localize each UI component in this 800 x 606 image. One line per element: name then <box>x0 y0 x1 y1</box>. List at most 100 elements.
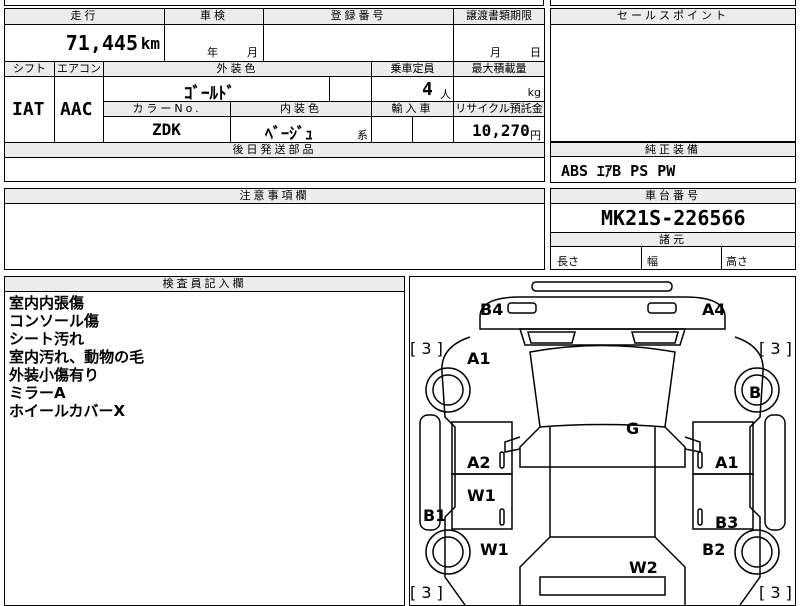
chassis-box: 車台番号 MK21S-226566 諸元 長さ 幅 高さ <box>550 188 796 270</box>
sales-point-box: セールスポイント <box>550 8 796 142</box>
ext-color-extra-cell <box>330 77 372 102</box>
import-cell-left <box>372 117 413 143</box>
transfer-deadline-cell: 月 日 <box>454 25 544 62</box>
dims-divider-1 <box>641 247 642 269</box>
int-color-cell: ﾍﾞｰｼﾞｭ 系 <box>231 117 372 143</box>
loadcap-unit: kg <box>527 86 541 99</box>
rear-glass-inner <box>527 331 679 344</box>
cabin-outline <box>529 344 676 428</box>
shift-cell: IAT <box>5 77 55 143</box>
registration-header: 登録番号 <box>264 9 454 25</box>
length-label: 長さ <box>557 255 579 268</box>
inspection-year-unit: 年 <box>207 46 218 59</box>
mark-b2: B2 <box>702 540 726 559</box>
shift-header: シフト <box>5 62 55 77</box>
note-line: ホイールカバーX <box>9 402 126 420</box>
mark-b-right: B <box>749 383 762 402</box>
loadcap-header: 最大積載量 <box>454 62 544 77</box>
note-line: 外装小傷有り <box>9 366 100 384</box>
mark-b1: B1 <box>423 506 447 525</box>
tire-front-right-inner <box>741 536 773 568</box>
equipment-header: 純正装備 <box>551 142 795 157</box>
mileage-header: 走行 <box>5 9 165 25</box>
capacity-cell: 4 人 <box>372 77 454 102</box>
mark-w1-mid: W1 <box>467 486 496 505</box>
int-color-value: ﾍﾞｰｼﾞｭ <box>265 124 314 143</box>
rear-lamp-right <box>647 302 677 314</box>
top-cutoff-row-right <box>550 0 796 6</box>
note-line: シート汚れ <box>9 330 85 348</box>
top-cutoff-row <box>4 0 544 6</box>
int-color-suffix: 系 <box>357 129 368 142</box>
dims-divider-2 <box>721 247 722 269</box>
inspection-header: 車検 <box>165 9 264 25</box>
note-line: 室内汚れ、動物の毛 <box>9 348 145 366</box>
int-color-header: 内装色 <box>231 102 372 117</box>
mark-a1-right: A1 <box>715 453 739 472</box>
mark-a2: A2 <box>467 453 491 472</box>
inspection-month-unit: 月 <box>247 46 258 59</box>
caution-header: 注意事項欄 <box>5 189 544 204</box>
rocker-right <box>764 414 786 531</box>
car-diagram <box>419 281 786 605</box>
width-label: 幅 <box>647 255 658 268</box>
inspector-notes-list: 室内内張傷 コンソール傷 シート汚れ 室内汚れ、動物の毛 外装小傷有り ミラーA… <box>9 294 144 420</box>
tire-depth-front-right: [ 3 ] <box>759 583 792 602</box>
equipment-box: 純正装備 ABS ｴｱB PS PW <box>550 142 796 183</box>
mark-b4: B4 <box>480 300 504 319</box>
ext-color-cell: ｺﾞｰﾙﾄﾞ <box>104 77 330 104</box>
capacity-value: 4 <box>422 79 433 100</box>
inspector-notes-box: 検査員記入欄 室内内張傷 コンソール傷 シート汚れ 室内汚れ、動物の毛 外装小傷… <box>4 276 405 606</box>
vehicle-info-table: 走行 車検 登録番号 譲渡書類期限 71,445 km 年 月 月 日 シフト … <box>4 8 545 182</box>
damage-diagram-box: [ 3 ] [ 3 ] [ 3 ] [ 3 ] B4 A4 A1 B G A2 … <box>409 276 796 606</box>
capacity-header: 乗車定員 <box>372 62 454 77</box>
chassis-header: 車台番号 <box>551 189 795 204</box>
ext-color-header: 外装色 <box>104 62 372 77</box>
recycle-value: 10,270 <box>472 121 530 140</box>
note-line: コンソール傷 <box>9 312 100 330</box>
transfer-deadline-header: 譲渡書類期限 <box>454 9 544 25</box>
door-handle <box>499 508 505 526</box>
ext-color-value: ｺﾞｰﾙﾄﾞ <box>184 84 235 104</box>
ac-value: AAC <box>60 99 93 120</box>
chassis-number: MK21S-226566 <box>601 206 746 230</box>
windshield <box>519 426 686 468</box>
ac-header: エアコン <box>55 62 104 77</box>
sales-point-header: セールスポイント <box>551 9 795 25</box>
mark-w2: W2 <box>629 558 658 577</box>
height-label: 高さ <box>726 255 748 268</box>
mileage-cell: 71,445 km <box>5 25 165 62</box>
caution-box: 注意事項欄 <box>4 188 545 270</box>
registration-cell <box>264 25 454 62</box>
door-handle <box>697 451 703 469</box>
note-line: 室内内張傷 <box>9 294 85 312</box>
mark-w1-low: W1 <box>480 540 509 559</box>
inspector-header: 検査員記入欄 <box>5 277 404 292</box>
note-line: ミラーA <box>9 384 66 402</box>
mileage-value: 71,445 <box>65 31 138 55</box>
later-parts-header: 後日発送部品 <box>5 143 544 158</box>
equipment-value: ABS ｴｱB PS PW <box>561 162 676 180</box>
import-header: 輸入車 <box>372 102 454 117</box>
roof-bar <box>531 281 673 292</box>
rear-lamp-left <box>507 302 537 314</box>
color-no-header: カラーNo. <box>104 102 231 117</box>
loadcap-cell: kg <box>454 77 544 102</box>
recycle-unit: 円 <box>530 129 541 142</box>
mark-a1-top: A1 <box>467 349 491 368</box>
mark-b3: B3 <box>715 513 739 532</box>
mark-a4: A4 <box>702 300 726 319</box>
transfer-month-unit: 月 <box>490 46 501 59</box>
recycle-cell: 10,270 円 <box>454 117 544 143</box>
tire-front-left-inner <box>432 536 464 568</box>
dims-header: 諸元 <box>551 232 795 247</box>
tire-depth-rear-left: [ 3 ] <box>410 339 443 358</box>
shift-value: IAT <box>12 99 45 120</box>
tire-depth-front-left: [ 3 ] <box>410 583 443 602</box>
ac-cell: AAC <box>55 77 104 143</box>
inspection-cell: 年 月 <box>165 25 264 62</box>
color-no-cell: ZDK <box>104 117 231 143</box>
import-cell-right <box>413 117 454 143</box>
front-grille <box>539 576 666 596</box>
color-no-value: ZDK <box>152 120 181 139</box>
